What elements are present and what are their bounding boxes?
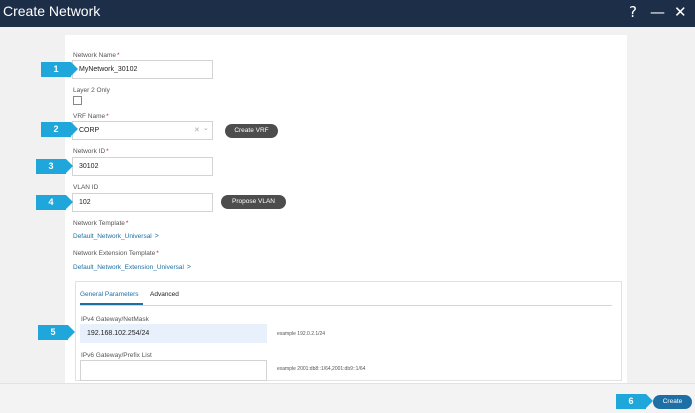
vrf-name-label-text: VRF Name	[73, 113, 106, 120]
network-name-input[interactable]: MyNetwork_30102	[72, 60, 213, 79]
dialog-footer	[0, 384, 695, 413]
step-badge-5: 5	[38, 325, 75, 340]
ipv4-example: example 192.0.2.1/24	[277, 331, 326, 337]
vrf-name-select[interactable]: CORP	[72, 121, 213, 140]
vrf-name-label: VRF Name*	[73, 113, 109, 120]
network-template-label-text: Network Template	[73, 220, 125, 227]
tab-general-parameters[interactable]: General Parameters	[80, 291, 139, 298]
required-mark: *	[116, 52, 120, 59]
extension-template-label-text: Network Extension Template	[73, 250, 156, 257]
tab-divider	[80, 305, 612, 306]
chevron-right-icon: >	[186, 264, 192, 271]
create-button[interactable]: Create	[653, 395, 692, 409]
extension-template-label: Network Extension Template*	[73, 250, 159, 257]
layer2-only-label: Layer 2 Only	[73, 87, 110, 94]
step-badge-6: 6	[616, 394, 653, 409]
vlan-id-input[interactable]: 102	[72, 193, 213, 212]
network-id-label-text: Network ID	[73, 148, 106, 155]
chevron-right-icon: >	[154, 233, 159, 240]
required-mark: *	[106, 113, 109, 120]
extension-template-value: Default_Network_Extension_Universal	[73, 264, 184, 271]
ipv4-gateway-input[interactable]: 192.168.102.254/24	[80, 324, 267, 343]
network-name-label: Network Name*	[73, 52, 120, 59]
network-template-link[interactable]: Default_Network_Universal >	[73, 233, 159, 240]
vrf-name-value: CORP	[79, 127, 100, 134]
network-template-label: Network Template*	[73, 220, 128, 227]
tab-advanced[interactable]: Advanced	[150, 291, 179, 298]
network-id-input[interactable]: 30102	[72, 157, 213, 176]
required-mark: *	[125, 220, 129, 227]
step-badge-4: 4	[36, 195, 73, 210]
ipv4-gateway-label: IPv4 Gateway/NetMask	[81, 316, 149, 323]
help-icon[interactable]: ?	[629, 4, 637, 21]
dialog-title: Create Network	[3, 3, 101, 19]
layer2-only-checkbox[interactable]	[73, 96, 82, 105]
dialog-header: Create Network ? — ✕	[0, 0, 695, 27]
network-id-label: Network ID*	[73, 148, 109, 155]
step-badge-2: 2	[41, 122, 78, 137]
extension-template-link[interactable]: Default_Network_Extension_Universal >	[73, 264, 191, 271]
ipv6-example: example 2001:db8::1/64,2001:db9::1/64	[277, 366, 366, 372]
required-mark: *	[106, 148, 109, 155]
network-name-label-text: Network Name	[73, 52, 116, 59]
required-mark: *	[156, 250, 159, 257]
create-vrf-button[interactable]: Create VRF	[225, 124, 278, 138]
chevron-down-icon[interactable]: ⌄	[203, 124, 209, 132]
ipv6-gateway-input[interactable]	[80, 360, 267, 381]
vlan-id-label: VLAN ID	[73, 184, 99, 191]
propose-vlan-button[interactable]: Propose VLAN	[221, 195, 286, 209]
step-badge-3: 3	[36, 159, 73, 174]
network-template-value: Default_Network_Universal	[73, 233, 152, 240]
clear-icon[interactable]: ✕	[194, 126, 200, 134]
ipv6-gateway-label: IPv6 Gateway/Prefix List	[81, 352, 152, 359]
minimize-icon[interactable]: —	[650, 4, 665, 21]
close-icon[interactable]: ✕	[674, 4, 687, 21]
step-badge-1: 1	[41, 62, 78, 77]
